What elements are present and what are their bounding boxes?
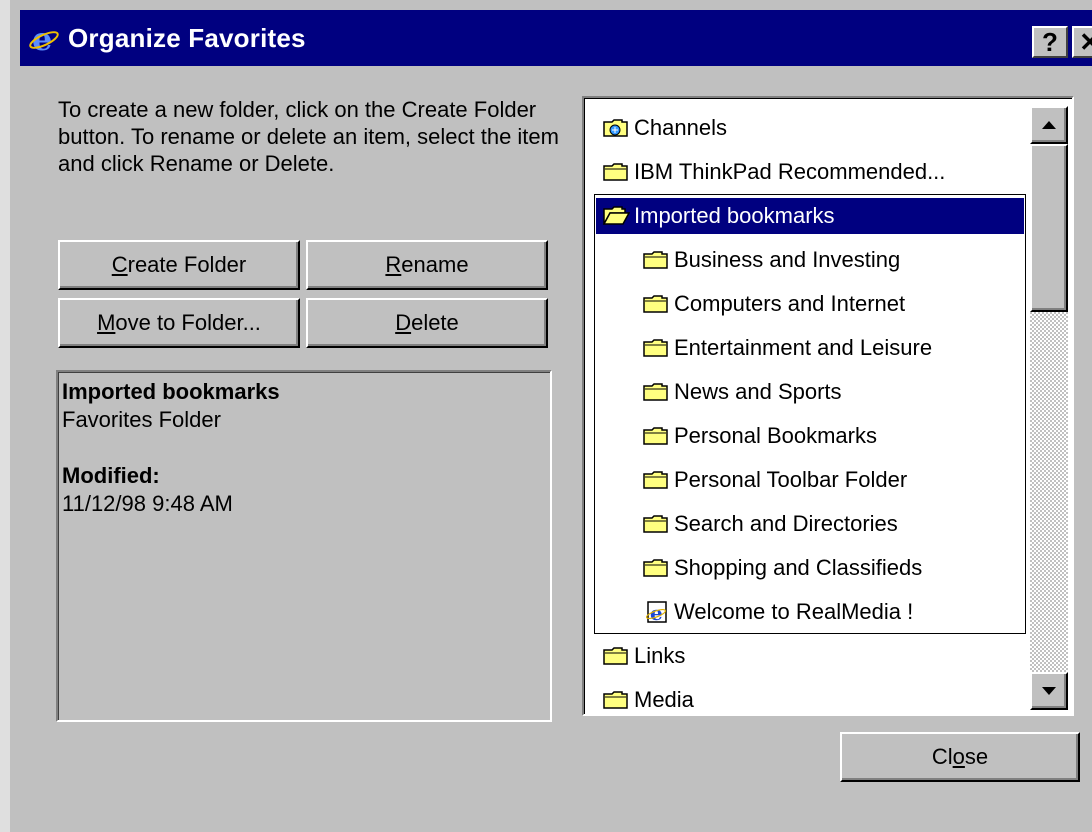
organize-favorites-dialog: e Organize Favorites ? ✕ To create a new…: [0, 0, 1092, 832]
folder-icon: [602, 645, 630, 667]
tree-item-label: Entertainment and Leisure: [674, 335, 933, 360]
scroll-thumb[interactable]: [1030, 144, 1068, 312]
tree-item[interactable]: Search and Directories: [642, 506, 898, 542]
tree-item-label: Personal Toolbar Folder: [674, 467, 908, 492]
tree-item-label: News and Sports: [674, 379, 842, 404]
window-title: Organize Favorites: [68, 22, 306, 53]
tree-item[interactable]: Business and Investing: [642, 242, 900, 278]
svg-text:e: e: [32, 20, 52, 56]
tree-item[interactable]: Links: [602, 638, 685, 674]
tree-item-label: Personal Bookmarks: [674, 423, 877, 448]
folder-icon: [642, 557, 670, 579]
folder-icon: [602, 161, 630, 183]
close-button[interactable]: Cl o se: [840, 732, 1080, 782]
tree-item[interactable]: IBM ThinkPad Recommended...: [602, 154, 945, 190]
folder-icon: [642, 249, 670, 271]
tree-item[interactable]: Personal Toolbar Folder: [642, 462, 907, 498]
move-to-folder-button[interactable]: Move to Folder...: [58, 298, 300, 348]
tree-item[interactable]: Channels: [602, 110, 727, 146]
folder-icon: [642, 293, 670, 315]
tree-item[interactable]: Personal Bookmarks: [642, 418, 877, 454]
item-info-panel: Imported bookmarks Favorites Folder Modi…: [56, 370, 552, 722]
tree-item-label: Computers and Internet: [674, 291, 906, 316]
channels-icon: [602, 117, 630, 139]
scroll-up-button[interactable]: [1030, 106, 1068, 144]
tree-item[interactable]: Media: [602, 682, 694, 718]
tree-item[interactable]: Entertainment and Leisure: [642, 330, 932, 366]
vertical-scrollbar[interactable]: [1030, 106, 1068, 710]
info-item-type: Favorites Folder: [62, 407, 221, 432]
folder-icon: [642, 425, 670, 447]
folder-icon: [642, 469, 670, 491]
tree-item[interactable]: Computers and Internet: [642, 286, 905, 322]
arrow-down-icon: [1042, 687, 1056, 695]
rename-button[interactable]: Rename: [306, 240, 548, 290]
tree-item-label: Business and Investing: [674, 247, 901, 272]
instructions-text: To create a new folder, click on the Cre…: [58, 97, 559, 176]
scroll-down-button[interactable]: [1030, 672, 1068, 710]
title-bar[interactable]: e Organize Favorites ? ✕: [20, 10, 1092, 66]
folder-icon: [642, 337, 670, 359]
tree-item-label: Links: [634, 643, 686, 668]
tree-item-label: Media: [634, 687, 694, 712]
tree-item-label: Imported bookmarks: [634, 203, 835, 228]
folder-icon: [602, 689, 630, 711]
tree-item-label: Channels: [634, 115, 727, 140]
tree-item[interactable]: News and Sports: [642, 374, 842, 410]
info-item-name: Imported bookmarks: [62, 379, 280, 404]
create-folder-button[interactable]: Create Folder: [58, 240, 300, 290]
tree-item-label: IBM ThinkPad Recommended...: [634, 159, 946, 184]
internet-explorer-icon: e: [29, 20, 59, 56]
info-modified-label: Modified:: [62, 463, 160, 488]
open-folder-icon: [602, 205, 630, 227]
tree-item[interactable]: Imported bookmarks: [596, 198, 1024, 234]
tree-item[interactable]: Welcome to RealMedia !: [642, 594, 913, 630]
tree-item[interactable]: Shopping and Classifieds: [642, 550, 922, 586]
help-button[interactable]: ?: [1032, 26, 1068, 58]
ie-link-icon: [642, 601, 670, 623]
arrow-up-icon: [1042, 121, 1056, 129]
folder-icon: [642, 513, 670, 535]
delete-button[interactable]: Delete: [306, 298, 548, 348]
info-modified-value: 11/12/98 9:48 AM: [62, 491, 233, 516]
tree-item-label: Shopping and Classifieds: [674, 555, 923, 580]
tree-item-label: Search and Directories: [674, 511, 898, 536]
tree-item-label: Welcome to RealMedia !: [674, 599, 914, 624]
folder-icon: [642, 381, 670, 403]
close-window-button[interactable]: ✕: [1072, 26, 1092, 58]
